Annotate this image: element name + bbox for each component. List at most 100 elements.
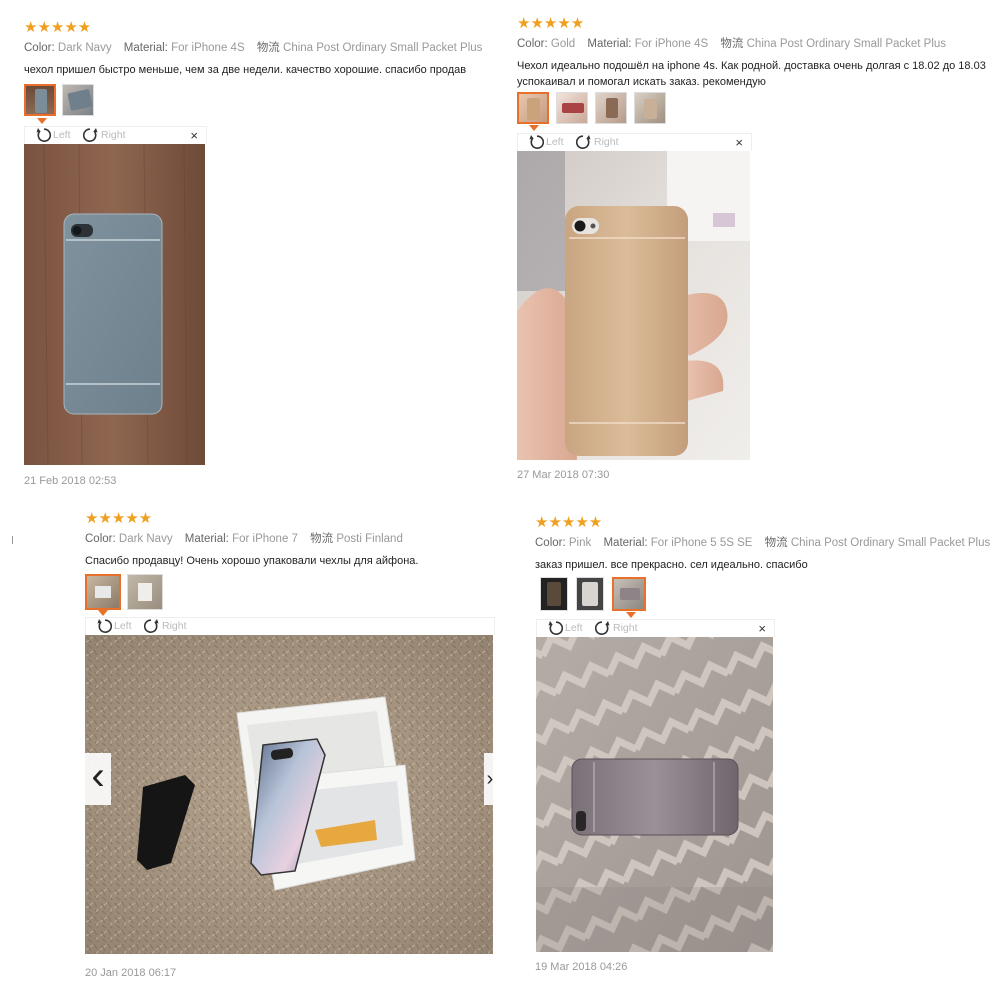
material-label: Material: <box>123 42 168 54</box>
rotate-right-label: Right <box>594 136 619 148</box>
color-label: Color: <box>24 42 55 54</box>
photo-thumbnail[interactable] <box>517 92 549 124</box>
thumbnail-strip <box>540 577 646 611</box>
photo-toolbar: Left Right <box>85 617 495 635</box>
color-value: Pink <box>568 537 592 549</box>
selected-thumb-marker <box>37 118 47 124</box>
rotate-right-icon <box>83 127 99 142</box>
photo-thumbnail[interactable] <box>576 577 604 611</box>
rotate-left-label: Left <box>546 136 564 148</box>
rotate-right-label: Right <box>613 622 638 634</box>
material-label: Material: <box>587 38 632 50</box>
review-text: Спасибо продавцу! Очень хорошо упаковали… <box>85 555 419 567</box>
material-value: For iPhone 4S <box>171 42 245 54</box>
photo-thumbnail[interactable] <box>85 574 121 610</box>
photo-thumbnail[interactable] <box>612 577 646 611</box>
photo-thumbnail[interactable] <box>127 574 163 610</box>
chevron-left-icon: ‹ <box>91 754 105 798</box>
rotate-left-label: Left <box>114 620 132 632</box>
rotate-right-button[interactable]: Right <box>144 618 187 634</box>
review-text: Чехол идеально подошёл на iphone 4s. Как… <box>517 60 986 88</box>
color-value: Gold <box>550 38 576 50</box>
shipping-label: 物流 <box>256 42 280 54</box>
close-icon[interactable]: × <box>758 621 766 636</box>
review-4: ★★★★★ Color: Pink Material: For iPhone 5… <box>535 515 995 575</box>
shipping-label: 物流 <box>720 38 744 50</box>
rotate-left-button[interactable]: Left <box>35 127 71 143</box>
review-attributes: Color: Dark Navy Material: For iPhone 7 … <box>85 530 493 546</box>
rotate-left-label: Left <box>53 129 71 141</box>
rotate-right-icon <box>595 620 611 635</box>
shipping-value: Posti Finland <box>336 533 403 545</box>
rating-stars: ★★★★★ <box>85 511 153 527</box>
photo-thumbnail[interactable] <box>595 92 627 124</box>
next-photo-button[interactable]: › <box>484 753 496 805</box>
material-label: Material: <box>184 533 229 545</box>
review-photo <box>517 151 750 460</box>
shipping-value: China Post Ordinary Small Packet Plus <box>283 42 483 54</box>
photo-graphic <box>536 637 773 952</box>
review-date: 21 Feb 2018 02:53 <box>24 475 117 487</box>
thumbnail-strip <box>85 574 163 610</box>
photo-toolbar: Left Right × <box>24 126 207 144</box>
color-label: Color: <box>535 537 566 549</box>
review-attributes: Color: Dark Navy Material: For iPhone 4S… <box>24 39 494 55</box>
rotate-left-button[interactable]: Left <box>96 618 132 634</box>
close-icon[interactable]: × <box>735 135 743 150</box>
material-label: Material: <box>603 537 648 549</box>
review-text: чехол пришел быстро меньше, чем за две н… <box>24 64 467 76</box>
rotate-right-icon <box>144 618 160 633</box>
selected-thumb-marker <box>98 610 108 616</box>
photo-graphic <box>85 635 493 954</box>
shipping-label: 物流 <box>310 533 334 545</box>
thumbnail-strip <box>24 84 94 116</box>
photo-thumbnail[interactable] <box>556 92 588 124</box>
rotate-right-button[interactable]: Right <box>83 127 126 143</box>
chevron-right-icon: › <box>486 767 494 790</box>
photo-toolbar: Left Right × <box>536 619 775 637</box>
review-text: заказ пришел. все прекрасно. сел идеальн… <box>535 559 808 571</box>
rotate-right-label: Right <box>162 620 187 632</box>
shipping-label: 物流 <box>764 537 788 549</box>
rotate-left-icon <box>528 134 544 149</box>
photo-toolbar: Left Right × <box>517 133 752 151</box>
review-attributes: Color: Gold Material: For iPhone 4S 物流 C… <box>517 35 993 51</box>
thumbnail-strip <box>517 92 666 124</box>
shipping-value: China Post Ordinary Small Packet Plus <box>790 537 991 549</box>
material-value: For iPhone 4S <box>634 38 709 50</box>
rotate-left-label: Left <box>565 622 583 634</box>
review-attributes: Color: Pink Material: For iPhone 5 5S SE… <box>535 534 995 550</box>
rotate-left-button[interactable]: Left <box>547 620 583 636</box>
review-photo <box>85 635 493 954</box>
review-1: ★★★★★ Color: Dark Navy Material: For iPh… <box>24 20 494 100</box>
review-photo <box>536 637 773 952</box>
rotate-right-label: Right <box>101 129 126 141</box>
material-value: For iPhone 5 5S SE <box>650 537 753 549</box>
review-2: ★★★★★ Color: Gold Material: For iPhone 4… <box>517 16 993 90</box>
previous-photo-button[interactable]: ‹ <box>85 753 111 805</box>
rotate-right-button[interactable]: Right <box>576 134 619 150</box>
selected-thumb-marker <box>626 612 636 618</box>
rotate-right-button[interactable]: Right <box>595 620 638 636</box>
close-icon[interactable]: × <box>190 128 198 143</box>
material-value: For iPhone 7 <box>232 533 298 545</box>
photo-graphic <box>517 151 750 460</box>
rotate-left-button[interactable]: Left <box>528 134 564 150</box>
review-date: 27 Mar 2018 07:30 <box>517 469 610 481</box>
color-label: Color: <box>517 38 548 50</box>
edge-divider <box>12 536 13 544</box>
rotate-left-icon <box>96 618 112 633</box>
rotate-left-icon <box>547 620 563 635</box>
photo-thumbnail[interactable] <box>24 84 56 116</box>
photo-thumbnail[interactable] <box>62 84 94 116</box>
color-value: Dark Navy <box>57 42 112 54</box>
review-3: ★★★★★ Color: Dark Navy Material: For iPh… <box>85 511 493 571</box>
review-photo <box>24 144 205 465</box>
rating-stars: ★★★★★ <box>535 515 603 531</box>
photo-thumbnail[interactable] <box>634 92 666 124</box>
photo-thumbnail[interactable] <box>540 577 568 611</box>
shipping-value: China Post Ordinary Small Packet Plus <box>746 38 947 50</box>
rotate-right-icon <box>576 134 592 149</box>
rating-stars: ★★★★★ <box>517 16 585 32</box>
review-date: 20 Jan 2018 06:17 <box>85 967 177 979</box>
